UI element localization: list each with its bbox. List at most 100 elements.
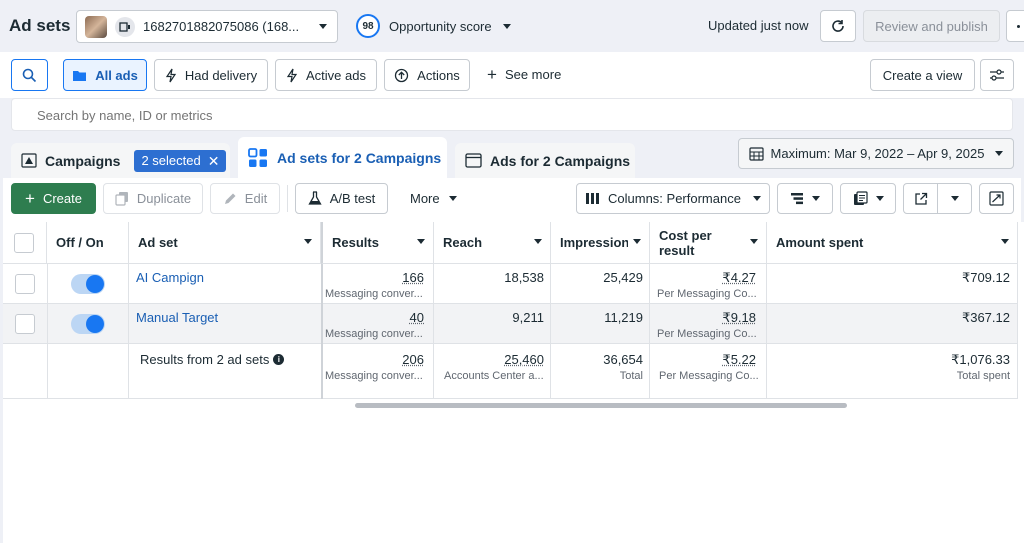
amount-spent-value: ₹709.12 bbox=[961, 270, 1010, 285]
total-amount-spent-value: ₹1,076.33 bbox=[951, 352, 1010, 367]
totals-label: Results from 2 ad sets i bbox=[140, 352, 285, 367]
duplicate-button[interactable]: Duplicate bbox=[103, 183, 203, 214]
chevron-down-icon bbox=[950, 196, 959, 201]
info-icon[interactable]: i bbox=[273, 354, 285, 365]
reports-button[interactable] bbox=[840, 183, 896, 214]
filter-all-ads[interactable]: All ads bbox=[63, 59, 147, 91]
header-ad-set[interactable]: Ad set bbox=[129, 222, 321, 264]
sliders-icon bbox=[990, 69, 1004, 81]
review-publish-button[interactable]: Review and publish bbox=[863, 10, 1000, 42]
cost-subtext: Per Messaging Co... bbox=[657, 288, 757, 300]
reach-value: 9,211 bbox=[512, 310, 544, 325]
selected-badge[interactable]: 2 selected ✕ bbox=[134, 149, 227, 172]
header-reach[interactable]: Reach bbox=[434, 222, 551, 264]
opportunity-score[interactable]: 98 Opportunity score bbox=[356, 13, 511, 39]
customize-filters-button[interactable] bbox=[980, 59, 1014, 91]
breakdown-icon bbox=[791, 193, 803, 205]
total-reach-value[interactable]: 25,460 bbox=[504, 352, 544, 367]
calendar-icon bbox=[748, 147, 764, 161]
tab-campaigns[interactable]: Campaigns 2 selected ✕ bbox=[11, 143, 230, 178]
header-cost-per-result[interactable]: Cost per result bbox=[650, 222, 767, 264]
total-impressions-subtext: Total bbox=[619, 370, 643, 382]
create-view-button[interactable]: Create a view bbox=[870, 59, 975, 91]
total-impressions-value: 36,654 bbox=[603, 352, 643, 367]
create-button[interactable]: + Create bbox=[11, 183, 96, 214]
date-range-picker[interactable]: Maximum: Mar 9, 2022 – Apr 9, 2025 bbox=[738, 138, 1014, 169]
row-checkbox[interactable] bbox=[15, 274, 35, 294]
toolbar-divider bbox=[287, 185, 288, 212]
close-icon[interactable]: ✕ bbox=[208, 154, 220, 168]
search-input[interactable] bbox=[27, 104, 997, 126]
chart-trend-icon bbox=[989, 191, 1004, 206]
upload-circle-icon bbox=[395, 68, 409, 82]
breakdown-button[interactable] bbox=[777, 183, 833, 214]
ad-set-name-link[interactable]: Manual Target bbox=[136, 310, 218, 325]
column-divider bbox=[128, 264, 129, 399]
columns-button[interactable]: Columns: Performance bbox=[576, 183, 770, 214]
sort-caret-icon bbox=[633, 239, 641, 244]
total-amount-spent-subtext: Total spent bbox=[956, 370, 1010, 382]
refresh-icon bbox=[832, 20, 844, 32]
filter-active-ads[interactable]: Active ads bbox=[275, 59, 377, 91]
lightning-icon bbox=[165, 68, 176, 82]
ad-sets-table: Off / On Ad set Results Reach Impression… bbox=[3, 222, 1024, 543]
tab-ads[interactable]: Ads for 2 Campaigns bbox=[455, 143, 635, 178]
grid-icon bbox=[248, 147, 267, 167]
column-divider bbox=[47, 264, 48, 399]
more-dot-icon bbox=[1017, 24, 1020, 28]
cost-value[interactable]: ₹4.27 bbox=[722, 270, 756, 286]
toggle-knob bbox=[86, 315, 104, 333]
results-subtext: Messaging conver... bbox=[325, 288, 423, 300]
header-results[interactable]: Results bbox=[321, 222, 434, 264]
total-cost-subtext: Per Messaging Co... bbox=[659, 370, 759, 382]
header-impressions[interactable]: Impressions bbox=[551, 222, 650, 264]
horizontal-scrollbar[interactable] bbox=[355, 403, 847, 408]
row-checkbox[interactable] bbox=[15, 314, 35, 334]
chevron-down-icon bbox=[752, 196, 761, 201]
total-results-subtext: Messaging conver... bbox=[325, 370, 423, 382]
total-cost-value[interactable]: ₹5.22 bbox=[722, 352, 756, 368]
tab-ad-sets[interactable]: Ad sets for 2 Campaigns bbox=[238, 137, 447, 178]
edit-button[interactable]: Edit bbox=[210, 183, 280, 214]
view-charts-button[interactable] bbox=[979, 183, 1014, 214]
lightning-icon bbox=[286, 68, 298, 82]
amount-spent-value: ₹367.12 bbox=[961, 310, 1010, 325]
filter-had-delivery[interactable]: Had delivery bbox=[154, 59, 268, 91]
results-value[interactable]: 166 bbox=[402, 270, 424, 285]
row-toggle[interactable] bbox=[71, 314, 105, 334]
score-gauge: 98 bbox=[356, 14, 380, 38]
more-options-button[interactable] bbox=[1006, 10, 1024, 42]
select-all-checkbox[interactable] bbox=[14, 233, 34, 253]
header-select bbox=[3, 222, 47, 264]
export-button[interactable] bbox=[903, 183, 938, 214]
column-divider bbox=[766, 264, 767, 399]
search-toggle-button[interactable] bbox=[11, 59, 48, 91]
results-value[interactable]: 40 bbox=[410, 310, 424, 325]
chevron-down-icon bbox=[448, 196, 457, 201]
see-more-button[interactable]: + See more bbox=[487, 64, 561, 84]
page-title: Ad sets bbox=[9, 16, 71, 35]
account-selector[interactable]: 1682701882075086 (168... bbox=[76, 10, 338, 43]
row-toggle[interactable] bbox=[71, 274, 105, 294]
ab-test-button[interactable]: A/B test bbox=[295, 183, 388, 214]
plus-icon: + bbox=[487, 64, 497, 84]
chevron-down-icon bbox=[502, 23, 511, 29]
cost-value[interactable]: ₹9.18 bbox=[722, 310, 756, 326]
filter-actions[interactable]: Actions bbox=[384, 59, 470, 91]
more-button[interactable]: More bbox=[410, 191, 457, 206]
updated-status: Updated just now bbox=[708, 18, 809, 33]
total-results-value[interactable]: 206 bbox=[402, 352, 424, 367]
ad-set-name-link[interactable]: AI Campign bbox=[136, 270, 204, 285]
pencil-icon bbox=[224, 193, 236, 204]
sort-caret-icon bbox=[750, 239, 758, 244]
results-subtext: Messaging conver... bbox=[325, 328, 423, 340]
score-label: Opportunity score bbox=[389, 18, 492, 34]
chevron-down-icon bbox=[812, 196, 820, 201]
column-divider bbox=[321, 264, 323, 399]
export-dropdown-button[interactable] bbox=[937, 183, 972, 214]
header-amount-spent[interactable]: Amount spent bbox=[767, 222, 1018, 264]
cost-subtext: Per Messaging Co... bbox=[657, 328, 757, 340]
refresh-button[interactable] bbox=[820, 10, 856, 42]
column-divider bbox=[1017, 264, 1018, 399]
account-icon bbox=[115, 16, 135, 37]
